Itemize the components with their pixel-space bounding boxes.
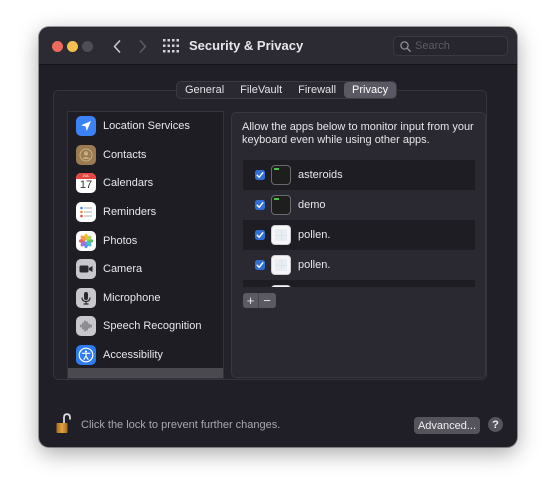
back-button[interactable] xyxy=(108,36,126,56)
sidebar-item-label: Location Services xyxy=(103,120,190,133)
checkmark-icon xyxy=(256,172,264,178)
zoom-button[interactable] xyxy=(82,41,93,52)
chevron-right-icon xyxy=(139,39,147,53)
camera-icon xyxy=(76,259,96,280)
pollen-app-icon xyxy=(271,255,291,275)
search-icon xyxy=(400,41,411,52)
tab-firewall[interactable]: Firewall xyxy=(290,82,344,98)
app-list: asteroids demo pollen. pollen. xyxy=(243,160,475,287)
checkmark-icon xyxy=(256,262,264,268)
window-title: Security & Privacy xyxy=(189,38,304,53)
app-name: demo xyxy=(298,199,326,211)
microphone-icon xyxy=(76,287,96,308)
sidebar-item-label: Reminders xyxy=(103,206,157,219)
close-button[interactable] xyxy=(52,41,63,52)
location-arrow-icon xyxy=(76,116,96,137)
sidebar-item-speech-recognition[interactable]: Speech Recognition xyxy=(68,312,223,341)
sidebar-item-label: Contacts xyxy=(103,148,147,161)
sidebar-item-photos[interactable]: Photos xyxy=(68,226,223,255)
app-checkbox[interactable] xyxy=(255,230,265,240)
advanced-button[interactable]: Advanced... xyxy=(414,417,480,434)
terminal-icon xyxy=(271,165,291,185)
pollen-app-icon xyxy=(271,225,291,245)
privacy-category-list: Location Services Contacts JUL 17 Calend… xyxy=(67,111,224,379)
app-row[interactable]: demo xyxy=(243,190,475,220)
accessibility-icon xyxy=(76,345,96,366)
unlocked-padlock-icon xyxy=(56,413,71,433)
checkmark-icon xyxy=(256,202,264,208)
sidebar-item-microphone[interactable]: Microphone xyxy=(68,284,223,313)
security-privacy-window: Security & Privacy General FileVault Fir… xyxy=(39,27,517,447)
checkmark-icon xyxy=(256,232,264,238)
sidebar-item-accessibility[interactable]: Accessibility xyxy=(68,341,223,370)
app-name: pollen. xyxy=(298,229,331,241)
search-input[interactable] xyxy=(415,38,503,54)
contacts-icon xyxy=(76,144,96,165)
sidebar-item-label: Photos xyxy=(103,234,138,247)
show-all-button[interactable] xyxy=(163,39,179,53)
app-row[interactable]: pollen. xyxy=(243,250,475,280)
photos-icon xyxy=(76,230,96,251)
help-button[interactable]: ? xyxy=(488,417,503,432)
lock-status-text: Click the lock to prevent further change… xyxy=(81,419,281,431)
sidebar-item-label: Camera xyxy=(103,263,143,276)
sidebar-item-contacts[interactable]: Contacts xyxy=(68,141,223,170)
panel-description: Allow the apps below to monitor input fr… xyxy=(242,121,474,146)
sidebar-item-label: Calendars xyxy=(103,177,154,190)
add-remove-control: + − xyxy=(243,293,276,308)
privacy-detail-panel: Allow the apps below to monitor input fr… xyxy=(231,112,486,378)
sidebar-item-label: Speech Recognition xyxy=(103,320,202,333)
terminal-icon xyxy=(271,195,291,215)
tab-filevault[interactable]: FileVault xyxy=(232,82,290,98)
app-row[interactable]: asteroids xyxy=(243,160,475,190)
app-checkbox[interactable] xyxy=(255,170,265,180)
tab-general[interactable]: General xyxy=(177,82,232,98)
sidebar-item-label: Accessibility xyxy=(103,349,163,362)
sidebar-item-camera[interactable]: Camera xyxy=(68,255,223,284)
sidebar-item-label: Microphone xyxy=(103,291,161,304)
app-name: pollen. xyxy=(298,259,331,271)
app-row-partial[interactable] xyxy=(243,280,475,287)
minimize-button[interactable] xyxy=(67,41,78,52)
app-checkbox[interactable] xyxy=(255,200,265,210)
titlebar: Security & Privacy xyxy=(39,27,517,65)
sidebar-item-calendars[interactable]: JUL 17 Calendars xyxy=(68,169,223,198)
lock-button[interactable] xyxy=(55,413,73,440)
tab-bar: General FileVault Firewall Privacy xyxy=(176,81,398,99)
chevron-left-icon xyxy=(113,39,121,53)
sidebar-item-selected-partial[interactable] xyxy=(68,368,223,378)
tab-privacy[interactable]: Privacy xyxy=(344,82,397,98)
add-app-button[interactable]: + xyxy=(243,293,259,308)
app-name: asteroids xyxy=(298,169,343,181)
calendar-day: 17 xyxy=(79,179,93,192)
sidebar-item-reminders[interactable]: Reminders xyxy=(68,198,223,227)
reminders-icon xyxy=(76,202,96,223)
search-field[interactable] xyxy=(393,36,508,56)
pollen-app-icon xyxy=(271,285,291,287)
speech-waveform-icon xyxy=(76,316,96,337)
remove-app-button[interactable]: − xyxy=(259,293,275,308)
app-checkbox[interactable] xyxy=(255,260,265,270)
sidebar-item-location-services[interactable]: Location Services xyxy=(68,112,223,141)
forward-button[interactable] xyxy=(134,36,152,56)
app-row[interactable]: pollen. xyxy=(243,220,475,250)
grid-icon xyxy=(163,39,179,53)
calendar-icon: JUL 17 xyxy=(76,173,96,194)
